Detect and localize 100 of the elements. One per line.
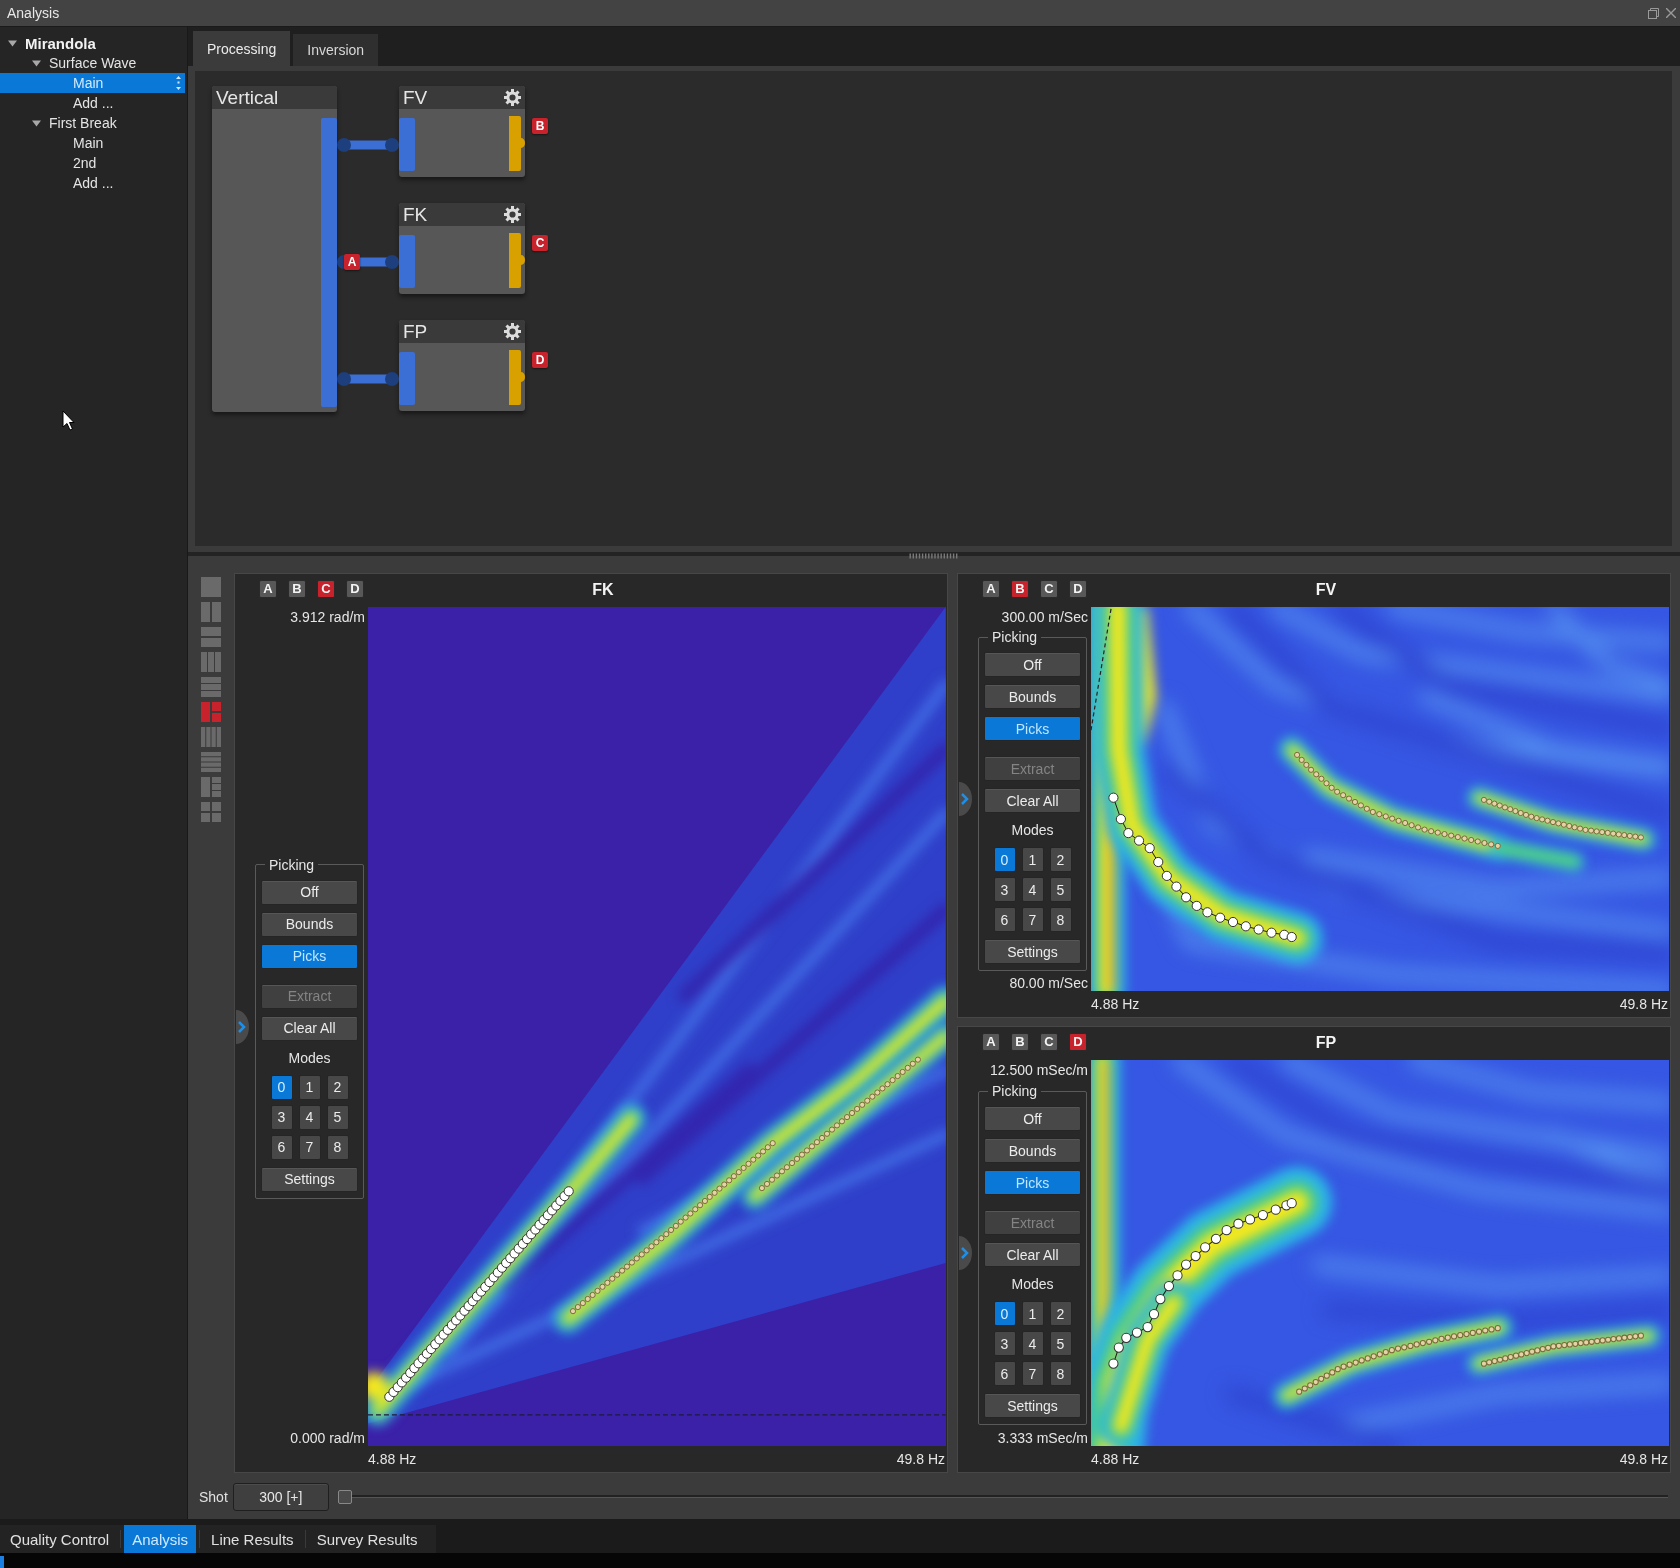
- mode-button[interactable]: 8: [1049, 1361, 1072, 1386]
- pane-layout-icon[interactable]: [201, 777, 221, 797]
- mode-button[interactable]: 4: [1021, 1331, 1044, 1356]
- mode-button[interactable]: 2: [1049, 847, 1072, 872]
- source-toggle[interactable]: B: [1011, 580, 1029, 598]
- mode-button[interactable]: 0: [993, 847, 1016, 872]
- row-handle-icon[interactable]: [176, 76, 181, 90]
- pane-layout-icon[interactable]: [201, 627, 221, 647]
- picking-option[interactable]: Off: [261, 879, 358, 905]
- pane-layout-icon[interactable]: [201, 727, 221, 747]
- mode-button[interactable]: 8: [1049, 907, 1072, 932]
- expand-arrow-icon[interactable]: [32, 118, 41, 128]
- tree-item[interactable]: Main: [0, 73, 185, 93]
- chevron-icon[interactable]: [959, 782, 972, 816]
- picking-option[interactable]: Bounds: [261, 911, 358, 937]
- source-toggle[interactable]: B: [288, 580, 306, 598]
- source-toggle[interactable]: A: [982, 1033, 1000, 1051]
- mode-button[interactable]: 0: [270, 1074, 293, 1100]
- mode-button[interactable]: 2: [1049, 1301, 1072, 1326]
- tree-item[interactable]: First Break: [32, 113, 117, 133]
- process-node[interactable]: FK: [399, 203, 525, 294]
- pane-layout-icon[interactable]: [201, 802, 221, 822]
- pane-layout-icon[interactable]: [201, 702, 221, 722]
- tab[interactable]: Quality Control: [2, 1525, 118, 1553]
- source-toggle[interactable]: C: [317, 580, 335, 598]
- mode-button[interactable]: 6: [993, 1361, 1016, 1386]
- settings-button[interactable]: Settings: [984, 939, 1081, 964]
- action-button[interactable]: Clear All: [984, 788, 1081, 813]
- tree-item[interactable]: Surface Wave: [32, 53, 137, 73]
- source-toggle[interactable]: C: [1040, 580, 1058, 598]
- mode-button[interactable]: 3: [993, 1331, 1016, 1356]
- tree-item[interactable]: Add ...: [73, 173, 114, 193]
- chevron-icon[interactable]: [959, 1236, 972, 1270]
- pane-layout-icon[interactable]: [201, 652, 221, 672]
- shot-selector[interactable]: 300 [+]: [232, 1483, 329, 1511]
- source-node[interactable]: Vertical: [212, 86, 337, 412]
- picking-option[interactable]: Off: [984, 652, 1081, 677]
- settings-button[interactable]: Settings: [261, 1166, 358, 1192]
- gear-icon[interactable]: [504, 206, 521, 223]
- source-toggle[interactable]: C: [1040, 1033, 1058, 1051]
- mode-button[interactable]: 3: [993, 877, 1016, 902]
- grip-icon[interactable]: [909, 553, 959, 559]
- pane-layout-icon[interactable]: [201, 752, 221, 772]
- tree-item[interactable]: Main: [73, 133, 104, 153]
- gear-icon[interactable]: [504, 89, 521, 106]
- settings-button[interactable]: Settings: [984, 1393, 1081, 1418]
- output-port[interactable]: [509, 350, 525, 405]
- tree-item[interactable]: Add ...: [73, 93, 114, 113]
- mode-button[interactable]: 1: [1021, 1301, 1044, 1326]
- mode-button[interactable]: 5: [1049, 1331, 1072, 1356]
- tab[interactable]: Analysis: [124, 1525, 197, 1553]
- tab[interactable]: Line Results: [203, 1525, 302, 1553]
- mode-button[interactable]: 5: [326, 1104, 349, 1130]
- picking-option[interactable]: Bounds: [984, 1138, 1081, 1163]
- mode-button[interactable]: 1: [298, 1074, 321, 1100]
- mode-button[interactable]: 7: [1021, 1361, 1044, 1386]
- mode-button[interactable]: 2: [326, 1074, 349, 1100]
- picking-option[interactable]: Off: [984, 1106, 1081, 1131]
- source-toggle[interactable]: B: [1011, 1033, 1029, 1051]
- restore-icon[interactable]: [1648, 7, 1659, 19]
- slider-thumb[interactable]: [337, 1490, 352, 1504]
- source-toggle[interactable]: D: [1069, 580, 1087, 598]
- gear-icon[interactable]: [504, 323, 521, 340]
- action-button[interactable]: Clear All: [984, 1242, 1081, 1267]
- close-icon[interactable]: [1666, 8, 1676, 18]
- mode-button[interactable]: 1: [1021, 847, 1044, 872]
- output-port[interactable]: [509, 233, 525, 288]
- source-toggle[interactable]: A: [259, 580, 277, 598]
- pane-layout-icon[interactable]: [201, 602, 221, 622]
- tab[interactable]: Processing: [193, 31, 291, 66]
- output-port[interactable]: [509, 116, 525, 171]
- group-label: Picking: [991, 629, 1039, 645]
- mode-button[interactable]: 7: [298, 1134, 321, 1160]
- process-node[interactable]: FV: [399, 86, 525, 177]
- tab[interactable]: Survey Results: [308, 1525, 426, 1553]
- input-port[interactable]: [399, 235, 415, 288]
- mode-button[interactable]: 6: [270, 1134, 293, 1160]
- tree-item[interactable]: Mirandola: [8, 33, 96, 53]
- source-toggle[interactable]: A: [982, 580, 1000, 598]
- input-port[interactable]: [399, 118, 415, 171]
- input-port[interactable]: [399, 352, 415, 405]
- mode-button[interactable]: 6: [993, 907, 1016, 932]
- source-toggle[interactable]: D: [1069, 1033, 1087, 1051]
- mode-button[interactable]: 0: [993, 1301, 1016, 1326]
- mode-button[interactable]: 8: [326, 1134, 349, 1160]
- expand-arrow-icon[interactable]: [8, 38, 17, 48]
- tree-item[interactable]: 2nd: [73, 153, 97, 173]
- mode-button[interactable]: 4: [1021, 877, 1044, 902]
- pane-layout-icon[interactable]: [201, 677, 221, 697]
- process-node[interactable]: FP: [399, 320, 525, 411]
- action-button[interactable]: Clear All: [261, 1015, 358, 1041]
- tab[interactable]: Inversion: [293, 34, 379, 66]
- mode-button[interactable]: 3: [270, 1104, 293, 1130]
- picking-option[interactable]: Bounds: [984, 684, 1081, 709]
- mode-button[interactable]: 4: [298, 1104, 321, 1130]
- chevron-icon[interactable]: [236, 1009, 249, 1044]
- expand-arrow-icon[interactable]: [32, 58, 41, 68]
- mode-button[interactable]: 7: [1021, 907, 1044, 932]
- mode-button[interactable]: 5: [1049, 877, 1072, 902]
- source-toggle[interactable]: D: [346, 580, 364, 598]
